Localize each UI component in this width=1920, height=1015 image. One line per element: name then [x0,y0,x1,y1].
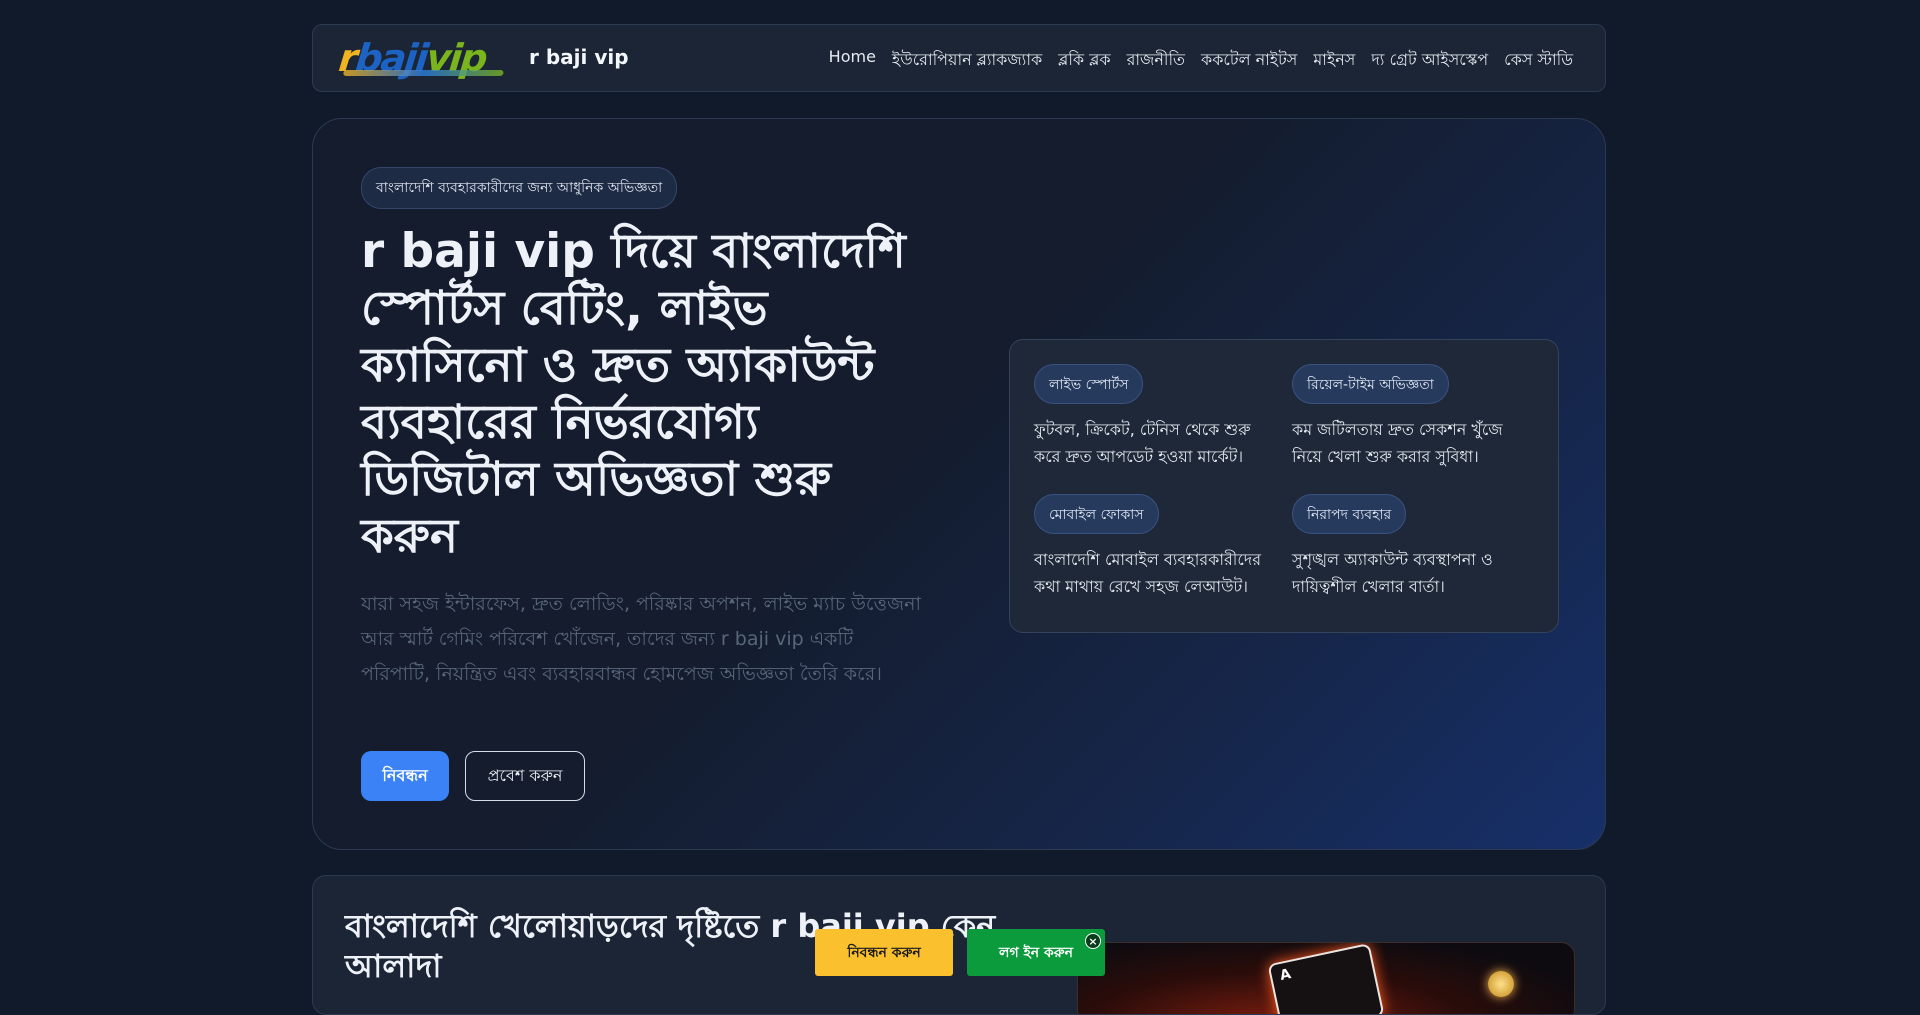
nav-european-blackjack[interactable]: ইউরোপিয়ান ব্ল্যাকজ্যাক [892,47,1042,74]
logo-swoosh [343,70,504,76]
feature-tag: মোবাইল ফোকাস [1034,494,1159,534]
floating-login-label: লগ ইন করুন [999,944,1073,961]
casino-image: A [1077,942,1575,1014]
feature-card: লাইভ স্পোর্টস ফুটবল, ক্রিকেট, টেনিস থেকে… [1009,339,1559,633]
hero-title: r baji vip দিয়ে বাংলাদেশি স্পোর্টস বেটি… [361,224,906,564]
feature-live-sports: লাইভ স্পোর্টস ফুটবল, ক্রিকেট, টেনিস থেকে… [1034,364,1274,470]
feature-text: কম জটিলতায় দ্রুত সেকশন খুঁজে নিয়ে খেলা… [1292,420,1503,466]
floating-login-button[interactable]: লগ ইন করুন × [967,929,1105,976]
main-nav: Home ইউরোপিয়ান ব্ল্যাকজ্যাক ব্লকি ব্লক … [829,47,1573,74]
nav-politics[interactable]: রাজনীতি [1127,47,1185,74]
hero-section: বাংলাদেশি ব্যবহারকারীদের জন্য আধুনিক অভি… [312,118,1606,850]
register-button[interactable]: নিবন্ধন [361,751,449,801]
close-icon[interactable]: × [1085,933,1101,949]
feature-text: বাংলাদেশি মোবাইল ব্যবহারকারীদের কথা মাথা… [1034,550,1261,596]
brand-name[interactable]: r baji vip [529,45,629,69]
nav-blocky-block[interactable]: ব্লকি ব্লক [1058,47,1110,74]
nav-great-icescape[interactable]: দ্য গ্রেট আইসস্কেপ [1371,47,1488,74]
playing-card-icon: A [1267,943,1385,1014]
hero-description: যারা সহজ ইন্টারফেস, দ্রুত লোডিং, পরিষ্কা… [361,593,921,685]
hero-badge: বাংলাদেশি ব্যবহারকারীদের জন্য আধুনিক অভি… [361,167,678,209]
feature-tag: লাইভ স্পোর্টস [1034,364,1144,404]
site-header: r baji vip r baji vip Home ইউরোপিয়ান ব্… [312,24,1606,92]
feature-text: সুশৃঙ্খল অ্যাকাউন্ট ব্যবস্থাপনা ও দায়িত… [1292,550,1493,596]
floating-action-bar: নিবন্ধন করুন লগ ইন করুন × [815,929,1105,976]
nav-case-study[interactable]: কেস স্টাডি [1504,47,1573,74]
login-button[interactable]: প্রবেশ করুন [465,751,585,801]
casino-chip-icon [1488,971,1514,997]
nav-home[interactable]: Home [829,47,876,74]
feature-text: ফুটবল, ক্রিকেট, টেনিস থেকে শুরু করে দ্রু… [1034,420,1251,466]
feature-tag: নিরাপদ ব্যবহার [1292,494,1407,534]
feature-tag: রিয়েল-টাইম অভিজ্ঞতা [1292,364,1449,404]
site-logo[interactable]: r baji vip [337,36,520,80]
feature-realtime: রিয়েল-টাইম অভিজ্ঞতা কম জটিলতায় দ্রুত স… [1292,364,1532,470]
nav-mines[interactable]: মাইনস [1313,47,1355,74]
floating-register-button[interactable]: নিবন্ধন করুন [815,929,953,976]
feature-safe-use: নিরাপদ ব্যবহার সুশৃঙ্খল অ্যাকাউন্ট ব্যবস… [1292,494,1532,600]
feature-mobile: মোবাইল ফোকাস বাংলাদেশি মোবাইল ব্যবহারকার… [1034,494,1274,600]
nav-cocktail-nights[interactable]: ককটেল নাইটস [1201,47,1297,74]
